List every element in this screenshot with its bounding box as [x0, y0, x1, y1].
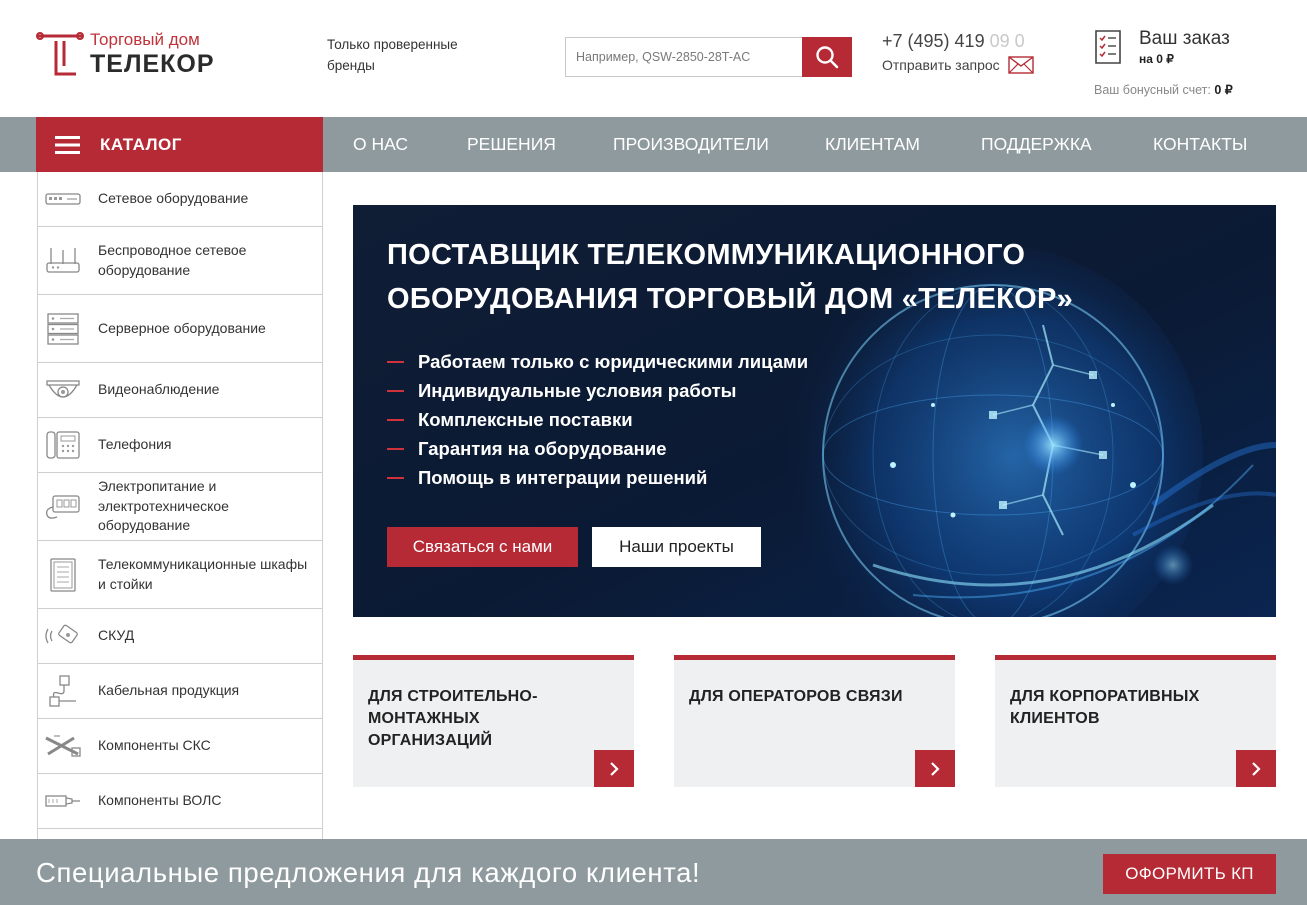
header-tagline: Только проверенные бренды: [327, 37, 458, 73]
order-sum: на 0 ₽: [1139, 52, 1174, 66]
card-arrow-button[interactable]: [915, 750, 955, 787]
fiber-connector-icon: [44, 783, 82, 819]
nav-item-about[interactable]: О НАС: [353, 117, 408, 172]
bonus-account: Ваш бонусный счет: 0 ₽: [1094, 82, 1233, 97]
wifi-router-icon: [44, 243, 82, 279]
card-arrow-button[interactable]: [1236, 750, 1276, 787]
catalog-label: КАТАЛОГ: [100, 134, 182, 154]
list-item: Комплексные поставки: [387, 405, 808, 434]
sidebar-item-label: СКУД: [98, 627, 135, 644]
list-item: Работаем только с юридическими лицами: [387, 347, 808, 376]
tools-icon: [44, 728, 82, 764]
nav-item-manufacturers[interactable]: ПРОИЗВОДИТЕЛИ: [613, 117, 769, 172]
cable-icon: [44, 673, 82, 709]
phone-number[interactable]: +7 (495) 419 09 0: [882, 31, 1025, 52]
camera-icon: [44, 372, 82, 408]
contact-us-button[interactable]: Связаться с нами: [387, 527, 578, 567]
logo-mark-icon: [36, 32, 84, 76]
sidebar-item-fiber[interactable]: Компоненты ВОЛС: [38, 774, 322, 829]
card-corporate[interactable]: ДЛЯ КОРПОРАТИВНЫХ КЛИЕНТОВ: [995, 655, 1276, 787]
sidebar-item-scs[interactable]: Компоненты СКС: [38, 719, 322, 774]
send-request-link[interactable]: Отправить запрос: [882, 56, 1034, 74]
chevron-right-icon: [1252, 761, 1261, 776]
sidebar-item-label: Телекоммуникационные шкафы и стойки: [98, 556, 308, 592]
nav-item-solutions[interactable]: РЕШЕНИЯ: [467, 117, 556, 172]
bonus-value: 0 ₽: [1214, 83, 1233, 97]
chevron-right-icon: [931, 761, 940, 776]
card-arrow-button[interactable]: [594, 750, 634, 787]
envelope-icon: [1007, 56, 1034, 74]
list-item: Индивидуальные условия работы: [387, 376, 808, 405]
phone-icon: [44, 427, 82, 463]
card-operators[interactable]: ДЛЯ ОПЕРАТОРОВ СВЯЗИ: [674, 655, 955, 787]
order-proposal-button[interactable]: ОФОРМИТЬ КП: [1103, 854, 1276, 894]
sidebar-item-telephony[interactable]: Телефония: [38, 418, 322, 473]
search-icon: [816, 46, 839, 69]
search-input[interactable]: [565, 37, 803, 77]
catalog-button[interactable]: КАТАЛОГ: [36, 117, 323, 172]
menu-icon: [55, 135, 80, 154]
order-title[interactable]: Ваш заказ: [1139, 28, 1230, 50]
logo-text-bottom: ТЕЛЕКОР: [90, 50, 215, 78]
list-item: Гарантия на оборудование: [387, 434, 808, 463]
our-projects-button[interactable]: Наши проекты: [592, 527, 761, 567]
access-card-icon: [44, 618, 82, 654]
search-bar: [565, 37, 852, 77]
search-button[interactable]: [802, 37, 852, 77]
server-icon: [44, 311, 82, 347]
card-construction[interactable]: ДЛЯ СТРОИТЕЛЬНО-МОНТАЖНЫХ ОРГАНИЗАЦИЙ: [353, 655, 634, 787]
cabinet-icon: [44, 557, 82, 593]
card-title: ДЛЯ ОПЕРАТОРОВ СВЯЗИ: [689, 688, 903, 705]
sidebar-item-access-control[interactable]: СКУД: [38, 609, 322, 664]
network-switch-icon: [44, 181, 82, 217]
sidebar-item-power[interactable]: Электропитание и электротехническое обор…: [38, 473, 322, 541]
sidebar-item-label: Кабельная продукция: [98, 682, 240, 699]
sidebar-item-label: Серверное оборудование: [98, 319, 266, 336]
hero-banner: ПОСТАВЩИК ТЕЛЕКОММУНИКАЦИОННОГО ОБОРУДОВ…: [353, 205, 1276, 617]
sidebar-item-server[interactable]: Серверное оборудование: [38, 295, 322, 363]
sidebar-item-label: Телефония: [98, 436, 172, 453]
company-logo[interactable]: Торговый дом ТЕЛЕКОР: [36, 28, 236, 82]
nav-item-clients[interactable]: КЛИЕНТАМ: [825, 117, 920, 172]
chevron-right-icon: [610, 761, 619, 776]
power-icon: [44, 489, 82, 525]
sidebar-item-video[interactable]: Видеонаблюдение: [38, 363, 322, 418]
sidebar-item-wireless[interactable]: Беспроводное сетевое оборудование: [38, 227, 322, 295]
sidebar-item-label: Компоненты СКС: [98, 737, 211, 754]
sidebar-item-label: Компоненты ВОЛС: [98, 792, 222, 809]
catalog-sidebar: Сетевое оборудование Беспроводное сетево…: [37, 172, 323, 840]
order-list-icon[interactable]: [1094, 29, 1122, 65]
sidebar-item-cables[interactable]: Кабельная продукция: [38, 664, 322, 719]
banner-benefits-list: Работаем только с юридическими лицами Ин…: [387, 347, 808, 492]
send-request-label: Отправить запрос: [882, 57, 1000, 73]
sidebar-item-label: Видеонаблюдение: [98, 381, 220, 398]
banner-title: ПОСТАВЩИК ТЕЛЕКОММУНИКАЦИОННОГО ОБОРУДОВ…: [387, 239, 1074, 315]
site-header: Торговый дом ТЕЛЕКОР Только проверенные …: [0, 0, 1307, 117]
bonus-label: Ваш бонусный счет:: [1094, 83, 1211, 97]
promo-text: Специальные предложения для каждого клие…: [36, 857, 701, 888]
sidebar-item-cabinets[interactable]: Телекоммуникационные шкафы и стойки: [38, 541, 322, 609]
sidebar-item-network[interactable]: Сетевое оборудование: [38, 172, 322, 227]
card-title: ДЛЯ КОРПОРАТИВНЫХ КЛИЕНТОВ: [1010, 688, 1200, 727]
sidebar-item-label: Электропитание и электротехническое обор…: [98, 478, 229, 534]
logo-text-top: Торговый дом: [90, 30, 200, 49]
sidebar-item-label: Сетевое оборудование: [98, 190, 249, 207]
phone-number-main: +7 (495) 419: [882, 31, 985, 51]
sidebar-item-label: Беспроводное сетевое оборудование: [98, 242, 247, 278]
phone-number-faded: 09 0: [984, 31, 1025, 51]
nav-item-contacts[interactable]: КОНТАКТЫ: [1153, 117, 1247, 172]
nav-item-support[interactable]: ПОДДЕРЖКА: [981, 117, 1092, 172]
list-item: Помощь в интеграции решений: [387, 463, 808, 492]
card-title: ДЛЯ СТРОИТЕЛЬНО-МОНТАЖНЫХ ОРГАНИЗАЦИЙ: [368, 688, 538, 749]
